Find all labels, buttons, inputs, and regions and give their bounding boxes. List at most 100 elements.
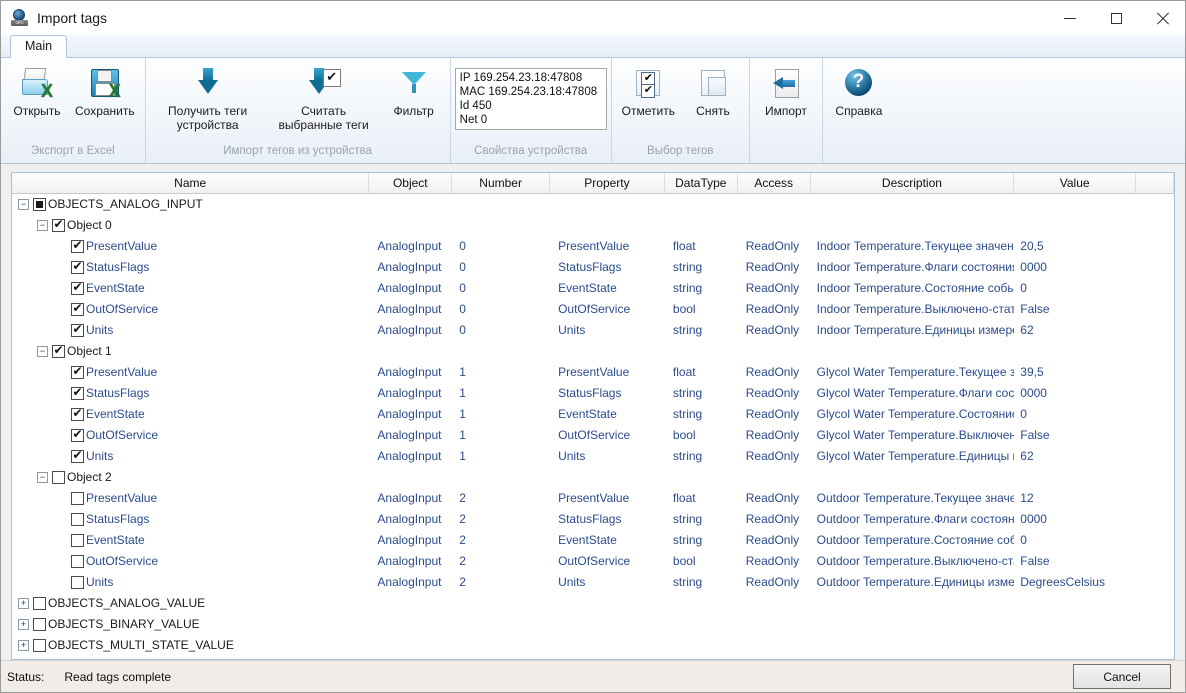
get-device-tags-button[interactable]: Получить теги устройства — [150, 64, 266, 132]
row-checkbox[interactable] — [71, 534, 84, 547]
tree-row[interactable]: EventState AnalogInput 1 EventState string Re… — [12, 404, 1174, 425]
save-button[interactable]: X Сохранить — [69, 64, 141, 118]
collapse-icon[interactable]: − — [37, 220, 48, 231]
tags-grid[interactable]: Name Object Number Property DataType Access De… — [11, 172, 1175, 660]
tree-row[interactable]: PresentValue AnalogInput 0 PresentValue floa… — [12, 236, 1174, 257]
read-selected-tags-button[interactable]: ✔ Считать выбранные теги — [266, 64, 382, 132]
tree-row[interactable]: PresentValue AnalogInput 2 PresentValue floa… — [12, 488, 1174, 509]
row-checkbox[interactable] — [71, 301, 84, 316]
close-button[interactable] — [1139, 1, 1185, 35]
row-checkbox[interactable] — [71, 238, 84, 253]
column-header-value[interactable]: Value — [1014, 173, 1137, 193]
column-header-number[interactable]: Number — [452, 173, 551, 193]
tree-row[interactable]: OutOfService AnalogInput 0 OutOfService bool… — [12, 299, 1174, 320]
tree-name-cell[interactable]: StatusFlags — [12, 257, 369, 278]
tree-name-cell[interactable]: StatusFlags — [12, 509, 369, 530]
row-checkbox[interactable] — [33, 597, 46, 610]
column-header-blank[interactable] — [1136, 173, 1174, 193]
row-checkbox[interactable] — [71, 259, 84, 274]
column-header-property[interactable]: Property — [550, 173, 665, 193]
help-button[interactable]: ? Справка — [827, 64, 891, 118]
tree-name-cell[interactable]: PresentValue — [12, 362, 369, 383]
row-checkbox[interactable] — [33, 639, 46, 652]
ribbon-group-export-excel: X Открыть X Сохранить Экспорт в Excel — [1, 58, 145, 163]
open-button[interactable]: X Открыть — [5, 64, 69, 118]
minimize-button[interactable] — [1047, 1, 1093, 35]
row-checkbox[interactable] — [71, 513, 84, 526]
row-checkbox[interactable] — [71, 555, 84, 568]
tree-row[interactable]: PresentValue AnalogInput 1 PresentValue floa… — [12, 362, 1174, 383]
tree-name-cell[interactable]: + OBJECTS_ANALOG_VALUE — [12, 593, 369, 614]
row-checkbox[interactable] — [71, 492, 84, 505]
tree-row[interactable]: OutOfService AnalogInput 2 OutOfService bool… — [12, 551, 1174, 572]
filter-button[interactable]: Фильтр — [382, 64, 446, 118]
expand-icon[interactable]: + — [18, 598, 29, 609]
tree-name-cell[interactable]: − Object 0 — [12, 215, 369, 236]
row-checkbox[interactable] — [71, 427, 84, 442]
tree-name-cell[interactable]: Units — [12, 446, 369, 467]
row-checkbox[interactable] — [71, 448, 84, 463]
tree-name-cell[interactable]: − OBJECTS_ANALOG_INPUT — [12, 194, 369, 215]
row-checkbox[interactable] — [71, 364, 84, 379]
cancel-button[interactable]: Cancel — [1073, 664, 1171, 689]
tree-row[interactable]: StatusFlags AnalogInput 1 StatusFlags string… — [12, 383, 1174, 404]
tree-row[interactable]: + OBJECTS_MULTI_STATE_VALUE — [12, 635, 1174, 656]
tree-row[interactable]: Units AnalogInput 1 Units string ReadOnly Glyc… — [12, 446, 1174, 467]
tree-name-cell[interactable]: Units — [12, 320, 369, 341]
expand-icon[interactable]: + — [18, 640, 29, 651]
maximize-button[interactable] — [1093, 1, 1139, 35]
row-checkbox[interactable] — [71, 385, 84, 400]
cell-description: Outdoor Temperature.Состояние события — [816, 533, 1015, 547]
tree-name-cell[interactable]: + OBJECTS_MULTI_STATE_VALUE — [12, 635, 369, 656]
tree-name-cell[interactable]: − Object 2 — [12, 467, 369, 488]
tree-name-cell[interactable]: EventState — [12, 404, 369, 425]
collapse-icon[interactable]: − — [37, 472, 48, 483]
row-checkbox[interactable] — [33, 198, 46, 211]
tree-row[interactable]: − Object 0 — [12, 215, 1174, 236]
row-checkbox[interactable] — [52, 217, 65, 232]
tree-name-cell[interactable]: − Object 1 — [12, 341, 369, 362]
row-checkbox[interactable] — [71, 406, 84, 421]
tree-name-cell[interactable]: PresentValue — [12, 488, 369, 509]
tree-name-cell[interactable]: EventState — [12, 530, 369, 551]
grid-body[interactable]: −OBJECTS_ANALOG_INPUT−Object 0PresentVal… — [12, 194, 1174, 656]
tree-row[interactable]: − Object 1 — [12, 341, 1174, 362]
tree-name-cell[interactable]: OutOfService — [12, 425, 369, 446]
tree-row[interactable]: + OBJECTS_BINARY_VALUE — [12, 614, 1174, 635]
collapse-icon[interactable]: − — [18, 199, 29, 210]
column-header-datatype[interactable]: DataType — [664, 173, 738, 193]
column-header-object[interactable]: Object — [369, 173, 453, 193]
row-checkbox[interactable] — [52, 343, 65, 358]
tab-main[interactable]: Main — [10, 35, 68, 58]
tree-name-cell[interactable]: + OBJECTS_BINARY_VALUE — [12, 614, 369, 635]
tree-row[interactable]: + OBJECTS_ANALOG_VALUE — [12, 593, 1174, 614]
tree-row[interactable]: StatusFlags AnalogInput 0 StatusFlags string… — [12, 257, 1174, 278]
tree-row[interactable]: − OBJECTS_ANALOG_INPUT — [12, 194, 1174, 215]
tree-row[interactable]: StatusFlags AnalogInput 2 StatusFlags string… — [12, 509, 1174, 530]
tree-name-cell[interactable]: OutOfService — [12, 551, 369, 572]
tree-name-cell[interactable]: PresentValue — [12, 236, 369, 257]
row-checkbox[interactable] — [33, 618, 46, 631]
collapse-icon[interactable]: − — [37, 346, 48, 357]
row-checkbox[interactable] — [71, 280, 84, 295]
column-header-description[interactable]: Description — [810, 173, 1015, 193]
tree-name-cell[interactable]: OutOfService — [12, 299, 369, 320]
tree-row[interactable]: EventState AnalogInput 0 EventState string Re… — [12, 278, 1174, 299]
tree-name-cell[interactable]: StatusFlags — [12, 383, 369, 404]
tree-row[interactable]: Units AnalogInput 2 Units string ReadOnly Outd… — [12, 572, 1174, 593]
row-checkbox[interactable] — [71, 576, 84, 589]
column-header-access[interactable]: Access — [737, 173, 811, 193]
row-checkbox[interactable] — [71, 322, 84, 337]
column-header-name[interactable]: Name — [12, 173, 370, 193]
row-checkbox[interactable] — [52, 471, 65, 484]
check-all-button[interactable]: ✔ ✔ Отметить — [616, 64, 681, 118]
expand-icon[interactable]: + — [18, 619, 29, 630]
tree-row[interactable]: EventState AnalogInput 2 EventState string Re… — [12, 530, 1174, 551]
tree-name-cell[interactable]: Units — [12, 572, 369, 593]
import-button[interactable]: Импорт — [754, 64, 818, 118]
tree-row[interactable]: OutOfService AnalogInput 1 OutOfService bool… — [12, 425, 1174, 446]
uncheck-all-button[interactable]: Снять — [681, 64, 745, 118]
tree-row[interactable]: − Object 2 — [12, 467, 1174, 488]
tree-name-cell[interactable]: EventState — [12, 278, 369, 299]
tree-row[interactable]: Units AnalogInput 0 Units string ReadOnly Indo… — [12, 320, 1174, 341]
